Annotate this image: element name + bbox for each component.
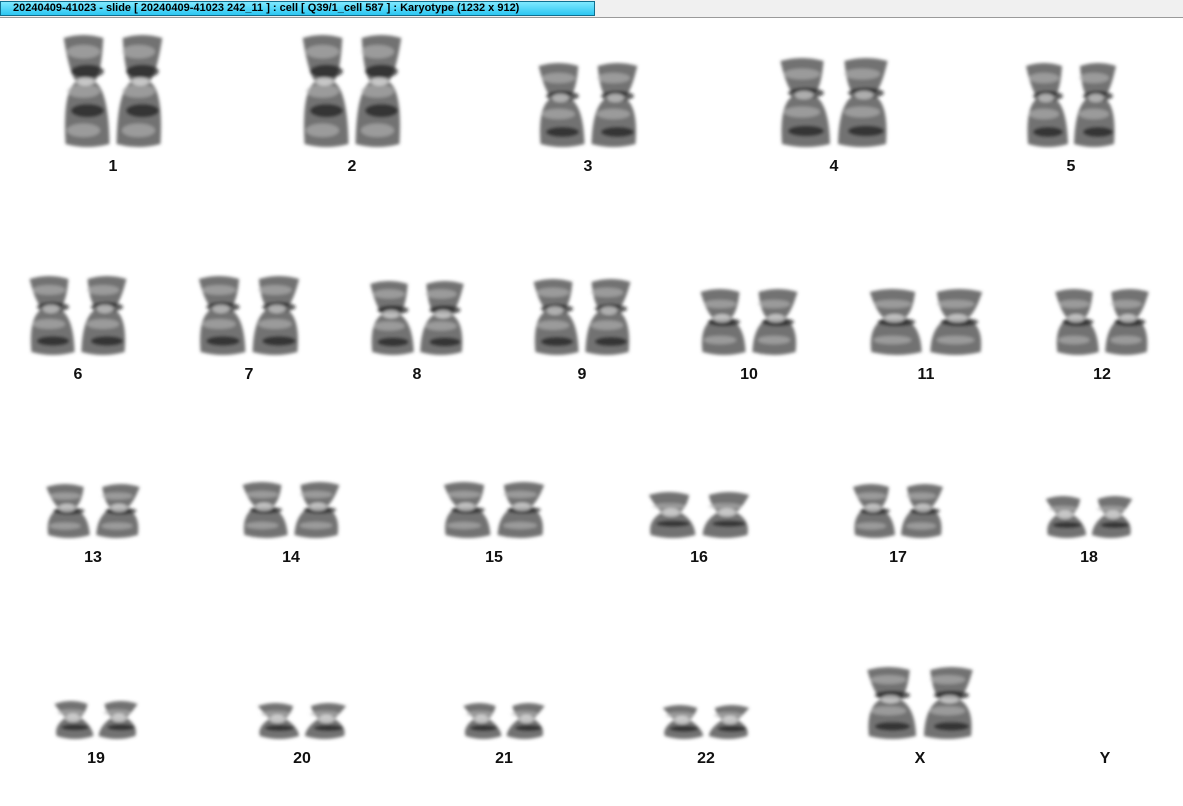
chromosome-pair-6[interactable] — [24, 273, 132, 358]
chromosome-pair-20[interactable] — [253, 700, 351, 742]
chromosome-13-1[interactable] — [46, 484, 90, 538]
chromosome-label-y: Y — [1099, 750, 1111, 767]
chromosome-5-1[interactable] — [1026, 63, 1068, 147]
chromosome-label-4: 4 — [829, 158, 839, 175]
chromosome-label-19: 19 — [87, 750, 105, 767]
chromosome-label-7: 7 — [244, 366, 254, 383]
chromosome-6-2[interactable] — [81, 276, 127, 355]
chromosome-label-1: 1 — [108, 158, 118, 175]
chromosome-pair-16[interactable] — [643, 489, 755, 541]
chromosome-21-2[interactable] — [506, 703, 545, 739]
chromosome-label-3: 3 — [583, 158, 593, 175]
chromosome-11-2[interactable] — [930, 289, 983, 355]
chromosome-16-1[interactable] — [648, 492, 696, 538]
chromosome-3-1[interactable] — [538, 63, 585, 147]
chromosome-17-2[interactable] — [901, 484, 943, 538]
chromosome-pair-5[interactable] — [1021, 60, 1121, 150]
chromosome-4-2[interactable] — [838, 58, 888, 147]
chromosome-8-1[interactable] — [370, 281, 414, 355]
chromosome-10-2[interactable] — [752, 289, 798, 355]
chromosome-label-17: 17 — [889, 549, 907, 566]
chromosome-15-2[interactable] — [497, 482, 545, 538]
chromosome-pair-19[interactable] — [50, 698, 142, 742]
chromosome-12-2[interactable] — [1105, 289, 1149, 355]
chromosome-pair-13[interactable] — [41, 481, 145, 541]
chromosome-22-2[interactable] — [708, 705, 750, 739]
chromosome-8-2[interactable] — [420, 281, 464, 355]
chromosome-pair-7[interactable] — [193, 273, 305, 358]
chromosome-14-1[interactable] — [242, 482, 288, 538]
chromosome-15-1[interactable] — [443, 482, 491, 538]
chromosome-pair-9[interactable] — [528, 276, 636, 358]
chromosome-pair-18[interactable] — [1041, 493, 1137, 541]
chromosome-17-1[interactable] — [853, 484, 895, 538]
chromosome-pair-15[interactable] — [438, 479, 550, 541]
chromosome-pair-x[interactable] — [861, 664, 979, 742]
chromosome-1-2[interactable] — [116, 35, 163, 147]
chromosome-16-2[interactable] — [702, 492, 750, 538]
chromosome-label-x: X — [914, 750, 926, 767]
chromosome-pair-3[interactable] — [533, 60, 643, 150]
chromosome-1-1[interactable] — [63, 35, 110, 147]
chromosome-pair-2[interactable] — [297, 32, 407, 150]
chromosome-label-15: 15 — [485, 549, 503, 566]
chromosome-20-2[interactable] — [304, 703, 347, 739]
chromosome-2-1[interactable] — [302, 35, 349, 147]
chromosome-label-10: 10 — [740, 366, 758, 383]
chromosome-pair-10[interactable] — [695, 286, 803, 358]
chromosome-label-6: 6 — [73, 366, 83, 383]
chromosome-label-12: 12 — [1093, 366, 1111, 383]
chromosome-label-8: 8 — [412, 366, 422, 383]
chromosome-x-1[interactable] — [867, 667, 917, 739]
chromosome-pair-22[interactable] — [658, 702, 754, 742]
karyotype-canvas: 1 2 3 4 5 6 7 8 9 10 11 12 13 14 15 16 17 18 19 20 21 22 X Y — [0, 18, 1183, 806]
chromosome-9-2[interactable] — [585, 279, 631, 355]
chromosome-6-1[interactable] — [29, 276, 75, 355]
chromosome-4-1[interactable] — [780, 58, 830, 147]
chromosome-label-20: 20 — [293, 750, 311, 767]
chromosome-5-2[interactable] — [1074, 63, 1116, 147]
chromosome-pair-11[interactable] — [863, 286, 989, 358]
chromosome-pair-12[interactable] — [1050, 286, 1154, 358]
chromosome-label-18: 18 — [1080, 549, 1098, 566]
chromosome-label-13: 13 — [84, 549, 102, 566]
chromosome-pair-1[interactable] — [58, 32, 168, 150]
chromosome-21-1[interactable] — [463, 703, 502, 739]
chromosome-22-1[interactable] — [662, 705, 704, 739]
chromosome-7-2[interactable] — [252, 276, 300, 355]
chromosome-2-2[interactable] — [355, 35, 402, 147]
chromosome-14-2[interactable] — [294, 482, 340, 538]
chromosome-label-22: 22 — [697, 750, 715, 767]
chromosome-label-11: 11 — [917, 366, 935, 383]
chromosome-9-1[interactable] — [533, 279, 579, 355]
chromosome-19-1[interactable] — [54, 701, 94, 739]
chromosome-label-21: 21 — [495, 750, 513, 767]
chromosome-19-2[interactable] — [98, 701, 138, 739]
chromosome-label-16: 16 — [690, 549, 708, 566]
chromosome-18-1[interactable] — [1045, 496, 1087, 538]
chromosome-11-1[interactable] — [869, 289, 922, 355]
chromosome-12-1[interactable] — [1055, 289, 1099, 355]
chromosome-x-2[interactable] — [923, 667, 973, 739]
chromosome-10-1[interactable] — [700, 289, 746, 355]
title-bar: 20240409-41023 - slide [ 20240409-41023 … — [0, 0, 1183, 18]
chromosome-pair-8[interactable] — [365, 278, 469, 358]
chromosome-label-9: 9 — [577, 366, 587, 383]
window-title-tab[interactable]: 20240409-41023 - slide [ 20240409-41023 … — [0, 1, 595, 16]
chromosome-label-2: 2 — [347, 158, 357, 175]
chromosome-pair-21[interactable] — [459, 700, 549, 742]
chromosome-20-1[interactable] — [257, 703, 300, 739]
chromosome-13-2[interactable] — [96, 484, 140, 538]
chromosome-label-14: 14 — [282, 549, 300, 566]
chromosome-pair-14[interactable] — [237, 479, 345, 541]
chromosome-18-2[interactable] — [1091, 496, 1133, 538]
chromosome-pair-4[interactable] — [774, 55, 894, 150]
chromosome-pair-17[interactable] — [848, 481, 948, 541]
chromosome-7-1[interactable] — [198, 276, 246, 355]
chromosome-label-5: 5 — [1066, 158, 1076, 175]
chromosome-3-2[interactable] — [591, 63, 638, 147]
